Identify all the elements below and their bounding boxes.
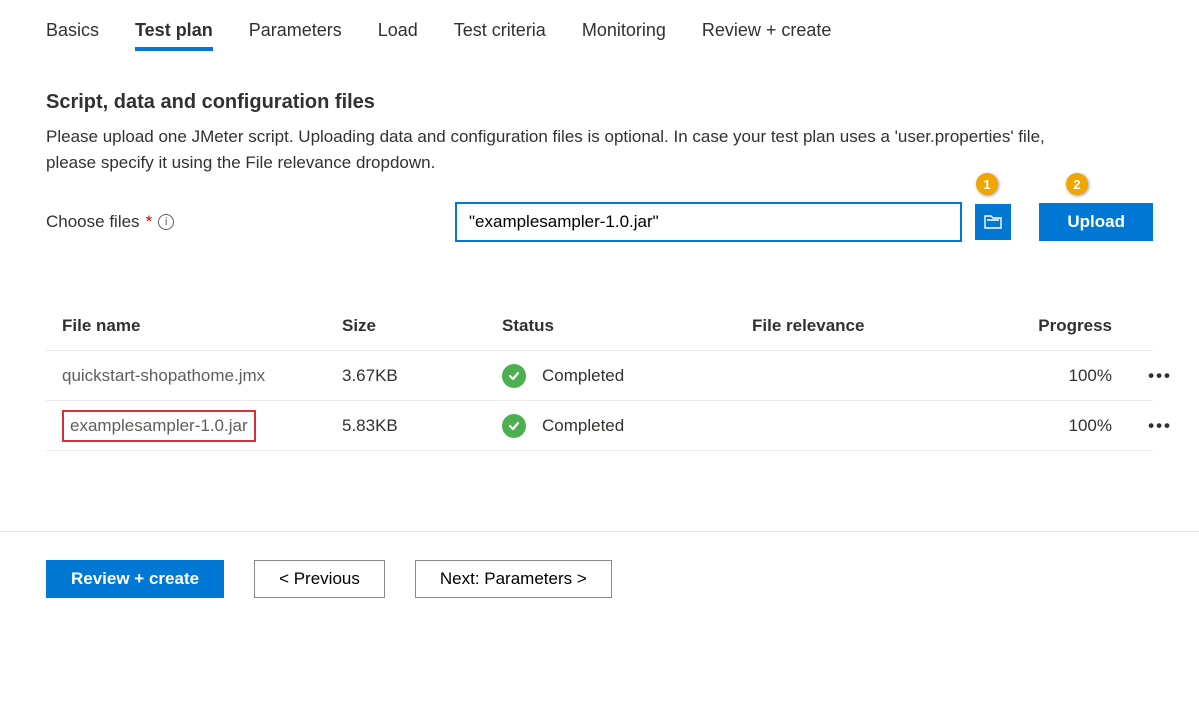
tab-test-plan[interactable]: Test plan xyxy=(135,20,213,51)
table-row: quickstart-shopathome.jmx 3.67KB Complet… xyxy=(46,351,1153,401)
review-create-button[interactable]: Review + create xyxy=(46,560,224,598)
browse-button[interactable] xyxy=(975,204,1011,240)
choose-files-text: Choose files xyxy=(46,212,140,232)
table-header-row: File name Size Status File relevance Pro… xyxy=(46,301,1153,351)
status-text: Completed xyxy=(542,366,624,386)
file-progress-cell: 100% xyxy=(992,366,1112,386)
row-more-button[interactable]: ••• xyxy=(1112,366,1172,386)
required-marker: * xyxy=(146,212,153,232)
tab-parameters[interactable]: Parameters xyxy=(249,20,342,51)
upload-button[interactable]: Upload xyxy=(1039,203,1153,241)
footer-actions: Review + create < Previous Next: Paramet… xyxy=(46,560,1153,598)
tab-monitoring[interactable]: Monitoring xyxy=(582,20,666,51)
check-icon xyxy=(502,414,526,438)
col-size[interactable]: Size xyxy=(342,316,502,336)
callout-badge-1: 1 xyxy=(976,173,998,195)
check-icon xyxy=(502,364,526,388)
col-status[interactable]: Status xyxy=(502,316,752,336)
section-description: Please upload one JMeter script. Uploadi… xyxy=(46,124,1096,175)
tab-load[interactable]: Load xyxy=(378,20,418,51)
next-button[interactable]: Next: Parameters > xyxy=(415,560,612,598)
wizard-tabs: Basics Test plan Parameters Load Test cr… xyxy=(46,20,1153,51)
status-text: Completed xyxy=(542,416,624,436)
file-status-cell: Completed xyxy=(502,414,752,438)
file-size-cell: 5.83KB xyxy=(342,416,502,436)
uploaded-files-table: File name Size Status File relevance Pro… xyxy=(46,301,1153,451)
col-filename[interactable]: File name xyxy=(62,316,342,336)
row-more-button[interactable]: ••• xyxy=(1112,416,1172,436)
tab-test-criteria[interactable]: Test criteria xyxy=(454,20,546,51)
file-path-input[interactable] xyxy=(456,203,961,241)
file-status-cell: Completed xyxy=(502,364,752,388)
file-name-cell: quickstart-shopathome.jmx xyxy=(62,366,265,385)
tab-basics[interactable]: Basics xyxy=(46,20,99,51)
file-name-cell: examplesampler-1.0.jar xyxy=(62,410,256,442)
file-chooser-row: 1 2 Choose files * i Upload xyxy=(46,203,1153,241)
info-icon[interactable]: i xyxy=(158,214,174,230)
footer-divider xyxy=(0,531,1199,532)
file-progress-cell: 100% xyxy=(992,416,1112,436)
folder-icon xyxy=(984,215,1002,229)
callout-badge-2: 2 xyxy=(1066,173,1088,195)
col-progress[interactable]: Progress xyxy=(992,316,1112,336)
tab-review-create[interactable]: Review + create xyxy=(702,20,832,51)
section-title: Script, data and configuration files xyxy=(46,91,1153,114)
choose-files-label: Choose files * i xyxy=(46,212,446,232)
col-relevance[interactable]: File relevance xyxy=(752,316,992,336)
file-size-cell: 3.67KB xyxy=(342,366,502,386)
table-row: examplesampler-1.0.jar 5.83KB Completed … xyxy=(46,401,1153,451)
previous-button[interactable]: < Previous xyxy=(254,560,385,598)
